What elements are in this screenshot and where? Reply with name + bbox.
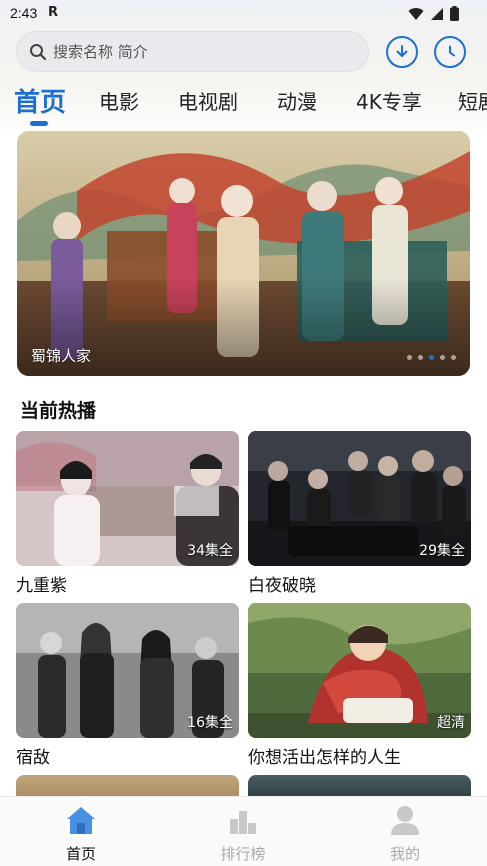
banner-dot xyxy=(418,355,423,360)
card-poster: 29集全 xyxy=(248,431,471,566)
tab-4k[interactable]: 4K专享 xyxy=(356,86,422,115)
card-title: 白夜破晓 xyxy=(248,576,316,596)
search-placeholder: 搜索名称 简介 xyxy=(53,43,148,61)
nav-ranking[interactable]: 排行榜 xyxy=(203,805,283,864)
featured-banner[interactable]: 蜀锦人家 xyxy=(17,131,470,376)
bottom-navigation: 首页 排行榜 我的 xyxy=(0,796,487,866)
download-icon xyxy=(396,45,408,57)
card-title: 宿敌 xyxy=(16,748,50,768)
nav-profile[interactable]: 我的 xyxy=(365,805,445,864)
ranking-icon xyxy=(230,811,256,834)
status-icons xyxy=(408,6,459,21)
episode-badge: 29集全 xyxy=(419,543,465,559)
card-poster: 16集全 xyxy=(16,603,239,738)
video-card[interactable]: 34集全 九重紫 xyxy=(16,431,239,596)
battery-icon xyxy=(450,6,459,21)
category-tabs: 首页 电影 电视剧 动漫 4K专享 短剧 xyxy=(0,80,487,124)
video-card[interactable]: 29集全 白夜破晓 xyxy=(248,431,471,596)
video-card[interactable]: 超清 你想活出怎样的人生 xyxy=(248,603,471,768)
nav-profile-label: 我的 xyxy=(389,845,420,863)
banner-dot xyxy=(440,355,445,360)
nav-home[interactable]: 首页 xyxy=(41,805,121,864)
video-card[interactable]: 16集全 宿敌 xyxy=(16,603,239,768)
home-icon xyxy=(67,807,95,834)
quality-badge: 超清 xyxy=(437,715,465,731)
tab-short-drama[interactable]: 短剧 xyxy=(458,86,487,115)
card-title: 你想活出怎样的人生 xyxy=(248,748,401,768)
banner-pagination xyxy=(407,355,456,360)
card-title: 九重紫 xyxy=(16,576,67,596)
profile-icon xyxy=(391,806,419,835)
card-poster: 34集全 xyxy=(16,431,239,566)
tab-home[interactable]: 首页 xyxy=(14,82,66,119)
history-icon xyxy=(449,45,455,57)
tab-indicator xyxy=(30,121,48,126)
banner-poster-art xyxy=(17,131,470,376)
section-title-now-playing: 当前热播 xyxy=(20,400,97,422)
banner-dot xyxy=(451,355,456,360)
signal-icon xyxy=(431,7,443,20)
nav-home-label: 首页 xyxy=(65,845,96,863)
tab-movies[interactable]: 电影 xyxy=(99,86,139,115)
episode-badge: 16集全 xyxy=(187,715,233,731)
wifi-icon xyxy=(408,7,424,20)
episode-badge: 34集全 xyxy=(187,543,233,559)
tab-anime[interactable]: 动漫 xyxy=(277,86,317,115)
status-time: 2:43 xyxy=(10,5,38,21)
card-poster: 超清 xyxy=(248,603,471,738)
status-notification: R xyxy=(48,5,59,20)
banner-caption: 蜀锦人家 xyxy=(31,347,92,365)
banner-dot xyxy=(407,355,412,360)
banner-dot-active xyxy=(429,355,434,360)
status-bar: 2:43 R xyxy=(0,0,487,28)
tab-tv-series[interactable]: 电视剧 xyxy=(178,86,238,115)
search-input[interactable]: 搜索名称 简介 xyxy=(16,31,369,72)
history-button[interactable] xyxy=(434,36,466,68)
search-icon xyxy=(30,43,47,60)
nav-ranking-label: 排行榜 xyxy=(220,845,266,863)
download-button[interactable] xyxy=(386,36,418,68)
